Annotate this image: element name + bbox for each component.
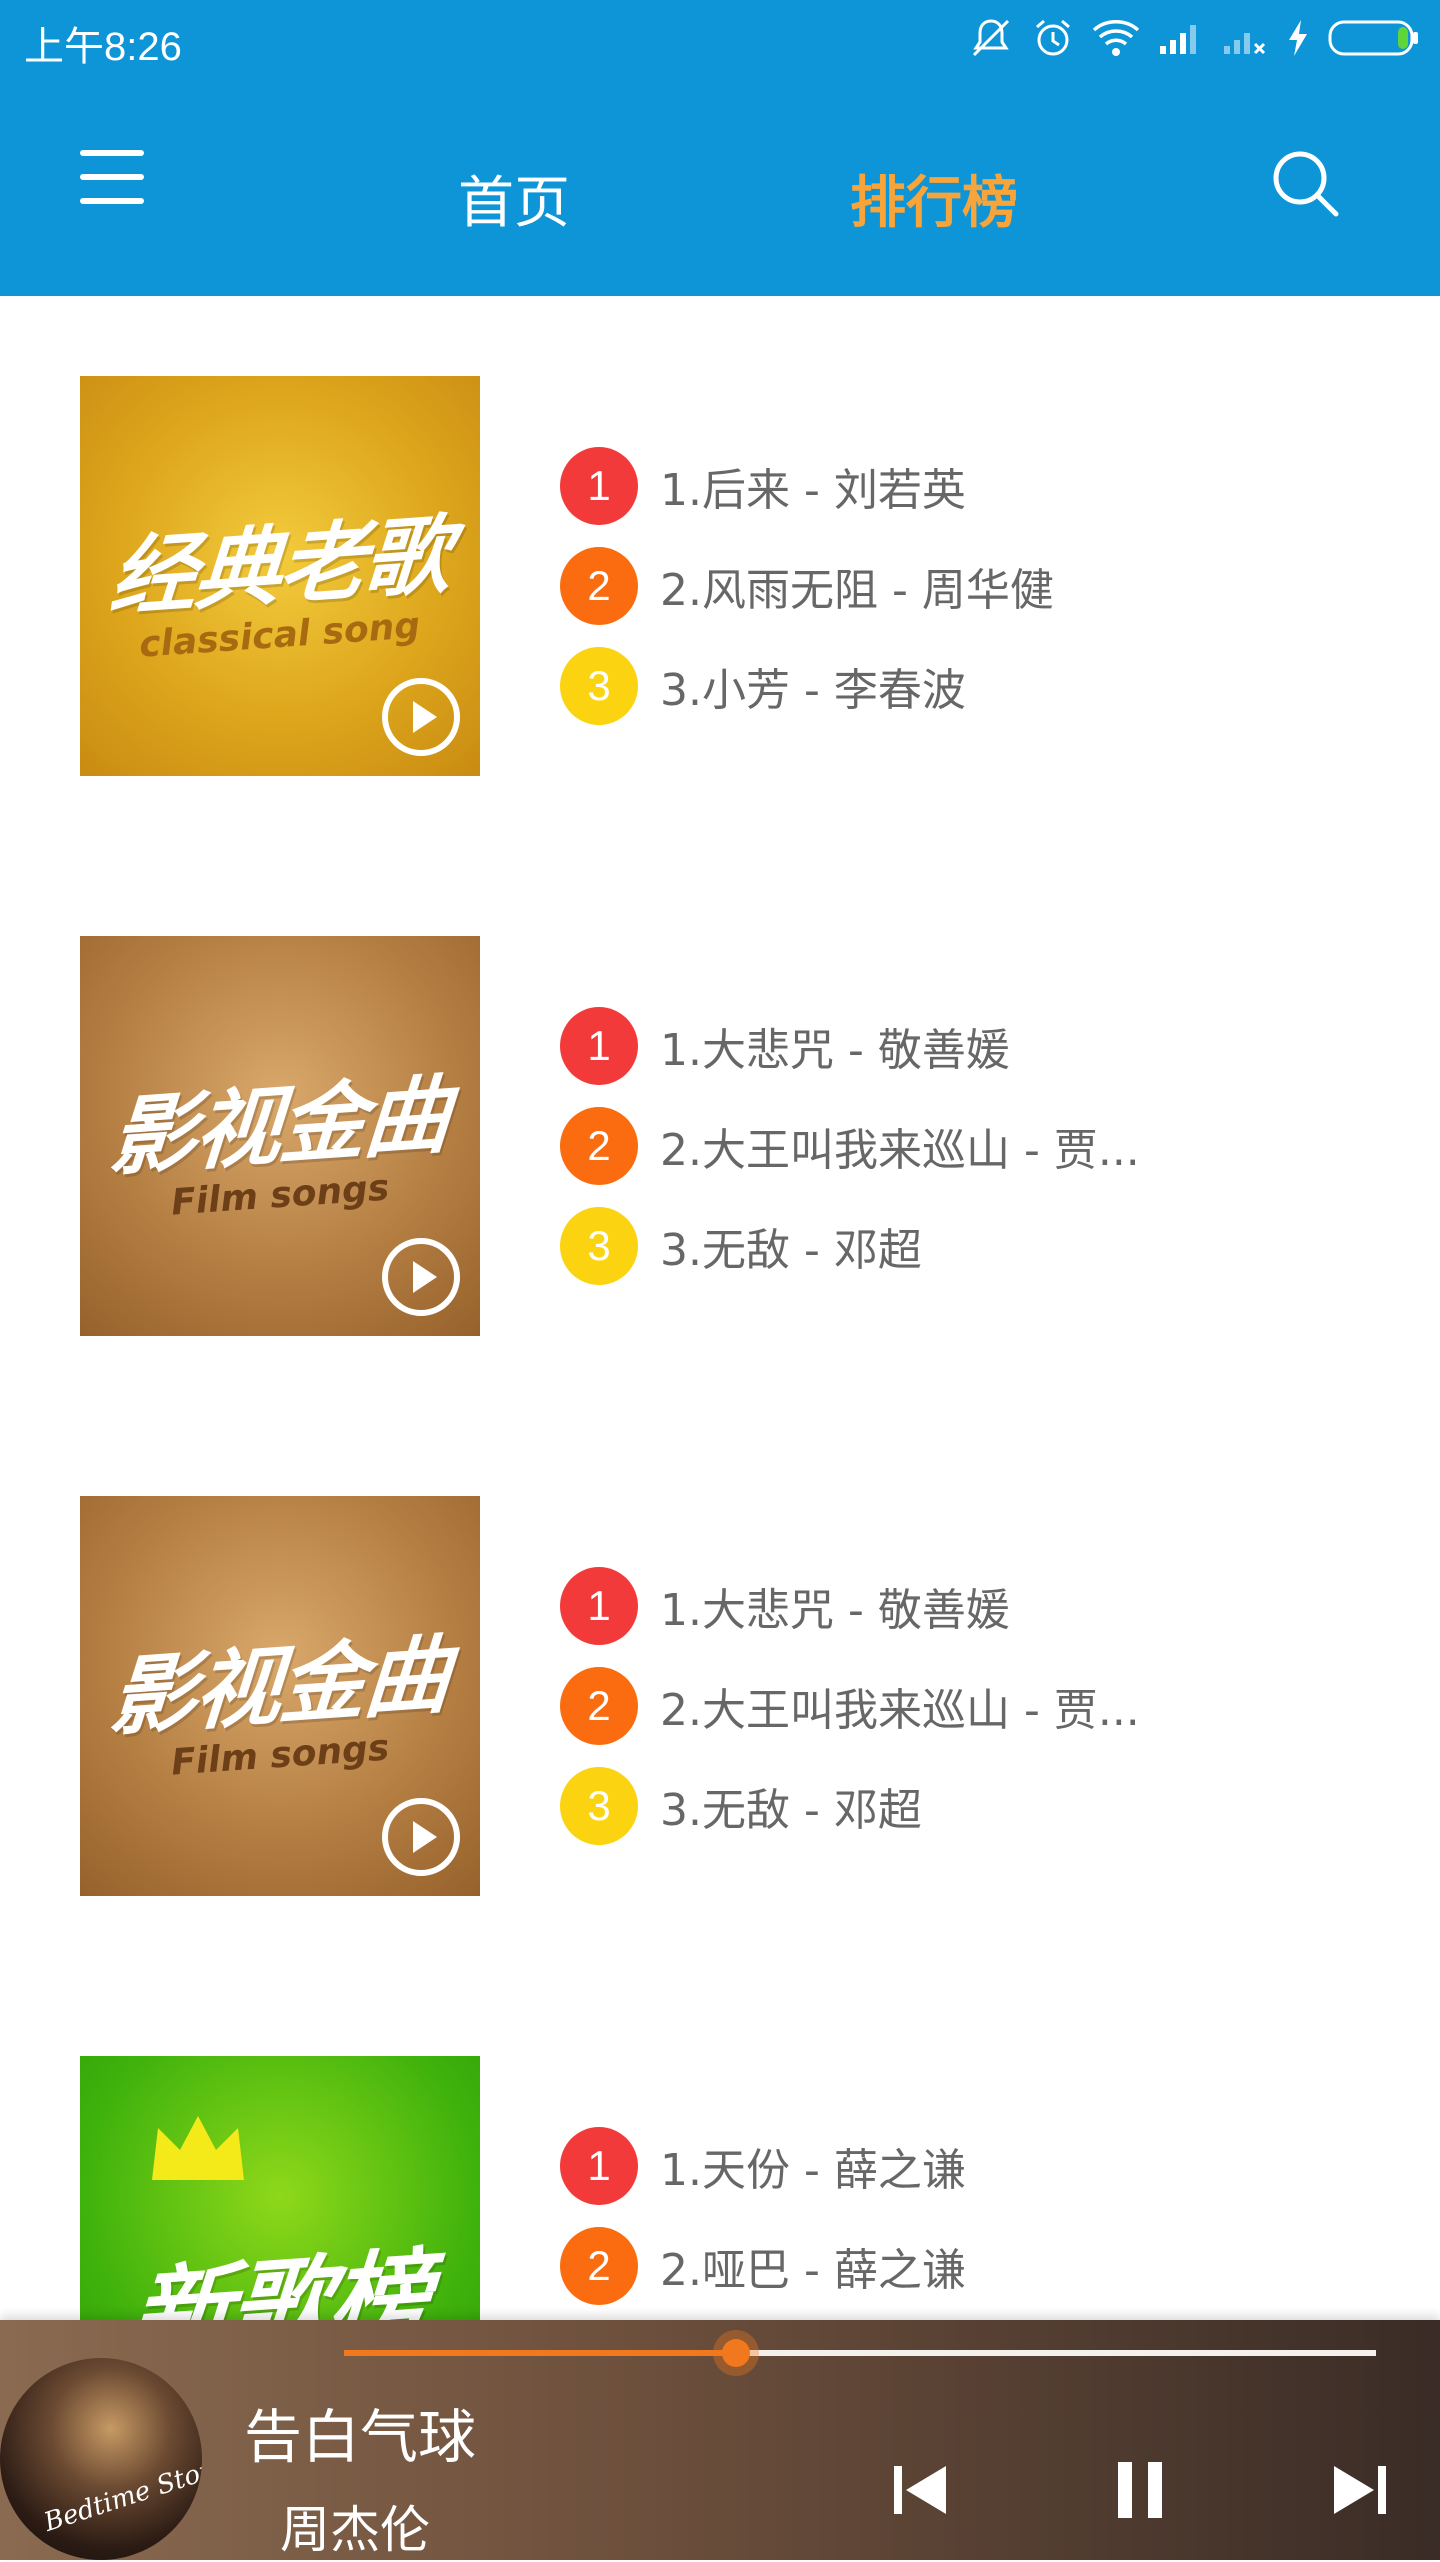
tab-ranking[interactable]: 排行榜: [850, 172, 1018, 236]
song-label: 3.无敌 - 邓超: [660, 1785, 922, 1836]
rank-badge: 3: [560, 1767, 638, 1845]
cover-title: 新歌榜: [127, 2236, 432, 2320]
chart-card-new-songs[interactable]: 新歌榜 1 1.天份 - 薛之谦 2 2.哑巴 - 薛之谦 3: [0, 2056, 1440, 2320]
rank-badge: 3: [560, 647, 638, 725]
list-item[interactable]: 2 2.大王叫我来巡山 - 贾...: [560, 1656, 1400, 1756]
album-art-text: Bedtime Stories: [40, 2444, 202, 2538]
battery-icon: [1328, 20, 1418, 56]
list-item[interactable]: 2 2.大王叫我来巡山 - 贾...: [560, 1096, 1400, 1196]
song-label: 3.无敌 - 邓超: [660, 1225, 922, 1276]
top-songs: 1 1.大悲咒 - 敬善媛 2 2.大王叫我来巡山 - 贾... 3 3.无敌 …: [560, 1556, 1400, 1856]
cover-title: 影视金曲: [106, 1625, 453, 1749]
charging-icon: [1289, 20, 1307, 56]
list-item[interactable]: 1 1.大悲咒 - 敬善媛: [560, 996, 1400, 1096]
play-icon[interactable]: [380, 676, 462, 758]
cover-title: 影视金曲: [106, 1065, 453, 1189]
next-icon[interactable]: [1320, 2450, 1400, 2530]
now-playing-artist: 周杰伦: [280, 2501, 430, 2559]
rank-badge: 2: [560, 2227, 638, 2305]
chart-cover[interactable]: 经典老歌 classical song: [80, 376, 480, 776]
seek-bar[interactable]: [344, 2330, 1376, 2376]
rank-badge: 2: [560, 1107, 638, 1185]
crown-icon: [152, 2116, 244, 2180]
signal-icon: [1160, 25, 1196, 54]
mini-player[interactable]: Bedtime Stories 告白气球 周杰伦: [0, 2320, 1440, 2560]
tab-home[interactable]: 首页: [458, 172, 570, 236]
song-label: 1.大悲咒 - 敬善媛: [660, 1025, 1010, 1076]
list-item[interactable]: 1 1.大悲咒 - 敬善媛: [560, 1556, 1400, 1656]
app-bar: 上午8:26 首页 排行榜: [0, 0, 1440, 296]
menu-icon[interactable]: [72, 140, 152, 220]
pause-icon[interactable]: [1100, 2450, 1180, 2530]
play-icon[interactable]: [380, 1236, 462, 1318]
mute-icon: [972, 19, 1010, 57]
top-songs: 1 1.大悲咒 - 敬善媛 2 2.大王叫我来巡山 - 贾... 3 3.无敌 …: [560, 996, 1400, 1296]
seek-thumb[interactable]: [713, 2330, 760, 2376]
album-art[interactable]: Bedtime Stories: [0, 2358, 202, 2560]
now-playing-title: 告白气球: [244, 2403, 477, 2471]
song-label: 2.大王叫我来巡山 - 贾...: [660, 1685, 1140, 1736]
rank-badge: 2: [560, 1667, 638, 1745]
chart-card-film-2[interactable]: 影视金曲 Film songs 1 1.大悲咒 - 敬善媛 2 2.大王叫我来巡…: [0, 1496, 1440, 1896]
rank-badge: 3: [560, 1207, 638, 1285]
rank-badge: 1: [560, 1007, 638, 1085]
rank-badge: 1: [560, 1567, 638, 1645]
list-item[interactable]: 1 1.天份 - 薛之谦: [560, 2116, 1400, 2216]
list-item[interactable]: 1 1.后来 - 刘若英: [560, 436, 1400, 536]
list-item[interactable]: 3 3.小芳 - 李春波: [560, 636, 1400, 736]
list-item[interactable]: 3 3.无敌 - 邓超: [560, 1756, 1400, 1856]
rank-badge: 2: [560, 547, 638, 625]
chart-list[interactable]: 经典老歌 classical song 1 1.后来 - 刘若英 2 2.风雨无…: [0, 296, 1440, 2320]
chart-cover[interactable]: 影视金曲 Film songs: [80, 936, 480, 1336]
previous-icon[interactable]: [880, 2450, 960, 2530]
alarm-icon: [1036, 19, 1070, 56]
song-label: 1.天份 - 薛之谦: [660, 2145, 966, 2196]
rank-badge: 1: [560, 447, 638, 525]
song-label: 3.小芳 - 李春波: [660, 665, 966, 716]
song-label: 1.大悲咒 - 敬善媛: [660, 1585, 1010, 1636]
chart-cover[interactable]: 新歌榜: [80, 2056, 480, 2320]
top-songs: 1 1.后来 - 刘若英 2 2.风雨无阻 - 周华健 3 3.小芳 - 李春波: [560, 436, 1400, 736]
top-songs: 1 1.天份 - 薛之谦 2 2.哑巴 - 薛之谦 3: [560, 2116, 1400, 2320]
status-time: 上午8:26: [24, 25, 182, 69]
song-label: 1.后来 - 刘若英: [660, 465, 966, 516]
chart-card-classical[interactable]: 经典老歌 classical song 1 1.后来 - 刘若英 2 2.风雨无…: [0, 376, 1440, 776]
wifi-icon: [1092, 20, 1140, 56]
status-icons: [968, 14, 1420, 62]
song-label: 2.风雨无阻 - 周华健: [660, 565, 1054, 616]
rank-badge: 1: [560, 2127, 638, 2205]
seek-progress: [344, 2350, 737, 2356]
chart-card-film[interactable]: 影视金曲 Film songs 1 1.大悲咒 - 敬善媛 2 2.大王叫我来巡…: [0, 936, 1440, 1336]
list-item[interactable]: 3 3.无敌 - 邓超: [560, 1196, 1400, 1296]
list-item[interactable]: 2 2.风雨无阻 - 周华健: [560, 536, 1400, 636]
list-item[interactable]: 2 2.哑巴 - 薛之谦: [560, 2216, 1400, 2316]
song-label: 2.大王叫我来巡山 - 贾...: [660, 1125, 1140, 1176]
search-icon[interactable]: [1270, 148, 1342, 220]
play-icon[interactable]: [380, 1796, 462, 1878]
chart-cover[interactable]: 影视金曲 Film songs: [80, 1496, 480, 1896]
song-label: 2.哑巴 - 薛之谦: [660, 2245, 966, 2296]
signal-no-sim-icon: [1224, 33, 1266, 55]
